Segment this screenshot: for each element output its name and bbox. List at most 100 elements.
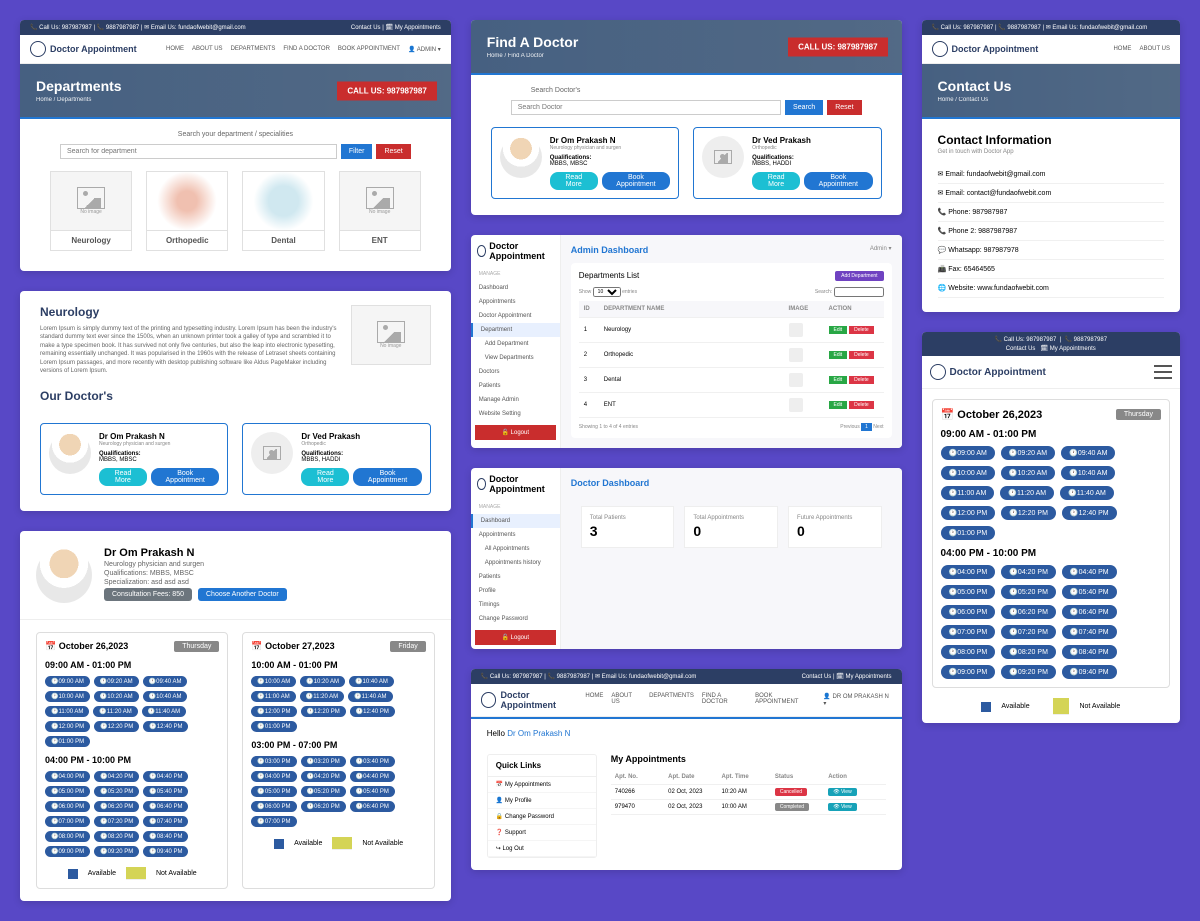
time-slot[interactable]: 🕐11:40 AM bbox=[348, 691, 392, 702]
menu-dashboard[interactable]: Dashboard bbox=[471, 514, 560, 528]
menu-view-depts[interactable]: View Departments bbox=[471, 351, 560, 365]
time-slot[interactable]: 🕐11:00 AM bbox=[251, 691, 295, 702]
time-slot[interactable]: 🕐05:40 PM bbox=[1062, 585, 1117, 599]
logo[interactable]: Doctor Appointment bbox=[930, 364, 1046, 380]
time-slot[interactable]: 🕐07:00 PM bbox=[45, 816, 90, 827]
time-slot[interactable]: 🕐10:20 AM bbox=[300, 676, 345, 687]
search-input[interactable] bbox=[60, 144, 337, 159]
book-appointment-button[interactable]: Book Appointment bbox=[804, 172, 872, 190]
time-slot[interactable]: 🕐10:00 AM bbox=[45, 691, 90, 702]
time-slot[interactable]: 🕐12:00 PM bbox=[251, 706, 296, 717]
time-slot[interactable]: 🕐04:40 PM bbox=[1062, 565, 1117, 579]
time-slot[interactable]: 🕐07:20 PM bbox=[1001, 625, 1056, 639]
nav-home[interactable]: HOME bbox=[166, 46, 184, 53]
menu-change-password[interactable]: Change Password bbox=[471, 612, 560, 626]
time-slot[interactable]: 🕐03:00 PM bbox=[251, 756, 296, 767]
time-slot[interactable]: 🕐10:00 AM bbox=[251, 676, 296, 687]
time-slot[interactable]: 🕐05:00 PM bbox=[251, 786, 296, 797]
time-slot[interactable]: 🕐09:00 AM bbox=[941, 446, 995, 460]
time-slot[interactable]: 🕐11:20 AM bbox=[93, 706, 137, 717]
menu-appointments[interactable]: Appointments bbox=[471, 295, 560, 309]
callus-button[interactable]: CALL US: 987987987 bbox=[788, 37, 887, 56]
dept-card[interactable]: Dental bbox=[242, 171, 324, 251]
time-slot[interactable]: 🕐12:20 PM bbox=[301, 706, 346, 717]
time-slot[interactable]: 🕐12:40 PM bbox=[1062, 506, 1117, 520]
time-slot[interactable]: 🕐10:00 AM bbox=[941, 466, 995, 480]
time-slot[interactable]: 🕐12:00 PM bbox=[45, 721, 90, 732]
menu-timings[interactable]: Timings bbox=[471, 598, 560, 612]
time-slot[interactable]: 🕐05:20 PM bbox=[1001, 585, 1056, 599]
view-button[interactable]: 👁 View bbox=[828, 788, 856, 796]
time-slot[interactable]: 🕐04:00 PM bbox=[941, 565, 996, 579]
time-slot[interactable]: 🕐09:20 AM bbox=[94, 676, 139, 687]
time-slot[interactable]: 🕐12:20 PM bbox=[94, 721, 139, 732]
time-slot[interactable]: 🕐03:20 PM bbox=[301, 756, 346, 767]
time-slot[interactable]: 🕐08:40 PM bbox=[1062, 645, 1117, 659]
menu-patients[interactable]: Patients bbox=[471, 379, 560, 393]
menu-patients[interactable]: Patients bbox=[471, 570, 560, 584]
table-search[interactable] bbox=[834, 287, 884, 297]
dept-card[interactable]: Orthopedic bbox=[146, 171, 228, 251]
nav-find[interactable]: FIND A DOCTOR bbox=[283, 46, 330, 53]
time-slot[interactable]: 🕐05:00 PM bbox=[941, 585, 996, 599]
menu-add-dept[interactable]: Add Department bbox=[471, 337, 560, 351]
time-slot[interactable]: 🕐06:00 PM bbox=[251, 801, 296, 812]
filter-button[interactable]: Filter bbox=[341, 144, 373, 159]
time-slot[interactable]: 🕐05:40 PM bbox=[143, 786, 188, 797]
time-slot[interactable]: 🕐06:40 PM bbox=[143, 801, 188, 812]
time-slot[interactable]: 🕐06:40 PM bbox=[1062, 605, 1117, 619]
time-slot[interactable]: 🕐12:20 PM bbox=[1001, 506, 1056, 520]
book-appointment-button[interactable]: Book Appointment bbox=[151, 468, 219, 486]
read-more-button[interactable]: Read More bbox=[99, 468, 147, 486]
time-slot[interactable]: 🕐06:20 PM bbox=[301, 801, 346, 812]
time-slot[interactable]: 🕐11:40 AM bbox=[142, 706, 186, 717]
time-slot[interactable]: 🕐10:40 AM bbox=[349, 676, 394, 687]
time-slot[interactable]: 🕐11:00 AM bbox=[941, 486, 995, 500]
read-more-button[interactable]: Read More bbox=[550, 172, 598, 190]
time-slot[interactable]: 🕐09:00 AM bbox=[45, 676, 90, 687]
time-slot[interactable]: 🕐04:00 PM bbox=[251, 771, 296, 782]
time-slot[interactable]: 🕐10:40 AM bbox=[143, 691, 188, 702]
time-slot[interactable]: 🕐07:20 PM bbox=[94, 816, 139, 827]
reset-button[interactable]: Reset bbox=[827, 100, 861, 115]
time-slot[interactable]: 🕐04:20 PM bbox=[301, 771, 346, 782]
menu-dashboard[interactable]: Dashboard bbox=[471, 281, 560, 295]
time-slot[interactable]: 🕐07:40 PM bbox=[1062, 625, 1117, 639]
time-slot[interactable]: 🕐11:40 AM bbox=[1060, 486, 1114, 500]
time-slot[interactable]: 🕐10:40 AM bbox=[1061, 466, 1115, 480]
nav-depts[interactable]: DEPARTMENTS bbox=[231, 46, 276, 53]
menu-profile[interactable]: Profile bbox=[471, 584, 560, 598]
time-slot[interactable]: 🕐12:40 PM bbox=[143, 721, 188, 732]
time-slot[interactable]: 🕐07:40 PM bbox=[143, 816, 188, 827]
time-slot[interactable]: 🕐10:20 AM bbox=[94, 691, 139, 702]
time-slot[interactable]: 🕐12:00 PM bbox=[941, 506, 996, 520]
view-button[interactable]: 👁 View bbox=[828, 803, 856, 811]
time-slot[interactable]: 🕐05:00 PM bbox=[45, 786, 90, 797]
time-slot[interactable]: 🕐01:00 PM bbox=[941, 526, 996, 540]
dept-card[interactable]: No imageNeurology bbox=[50, 171, 132, 251]
time-slot[interactable]: 🕐08:20 PM bbox=[1001, 645, 1056, 659]
logout-button[interactable]: 🔓 Logout bbox=[475, 630, 556, 645]
logo[interactable]: Doctor Appointment bbox=[481, 690, 586, 710]
time-slot[interactable]: 🕐04:00 PM bbox=[45, 771, 90, 782]
search-input[interactable] bbox=[511, 100, 781, 115]
time-slot[interactable]: 🕐11:00 AM bbox=[45, 706, 89, 717]
book-appointment-button[interactable]: Book Appointment bbox=[353, 468, 421, 486]
ql-profile[interactable]: 👤 My Profile bbox=[488, 793, 596, 809]
delete-button[interactable]: Delete bbox=[849, 326, 873, 334]
time-slot[interactable]: 🕐05:40 PM bbox=[350, 786, 395, 797]
ql-logout[interactable]: ↪ Log Out bbox=[488, 841, 596, 857]
ql-support[interactable]: ❓ Support bbox=[488, 825, 596, 841]
time-slot[interactable]: 🕐11:20 AM bbox=[1000, 486, 1054, 500]
time-slot[interactable]: 🕐01:00 PM bbox=[251, 721, 296, 732]
menu-doctors[interactable]: Doctors bbox=[471, 365, 560, 379]
time-slot[interactable]: 🕐09:40 AM bbox=[143, 676, 188, 687]
time-slot[interactable]: 🕐08:20 PM bbox=[94, 831, 139, 842]
time-slot[interactable]: 🕐05:20 PM bbox=[94, 786, 139, 797]
callus-button[interactable]: CALL US: 987987987 bbox=[337, 81, 436, 100]
time-slot[interactable]: 🕐09:00 PM bbox=[941, 665, 996, 679]
time-slot[interactable]: 🕐10:20 AM bbox=[1001, 466, 1055, 480]
menu-doctor-apt[interactable]: Doctor Appointment bbox=[471, 309, 560, 323]
menu-manage-admin[interactable]: Manage Admin bbox=[471, 393, 560, 407]
time-slot[interactable]: 🕐06:20 PM bbox=[1001, 605, 1056, 619]
